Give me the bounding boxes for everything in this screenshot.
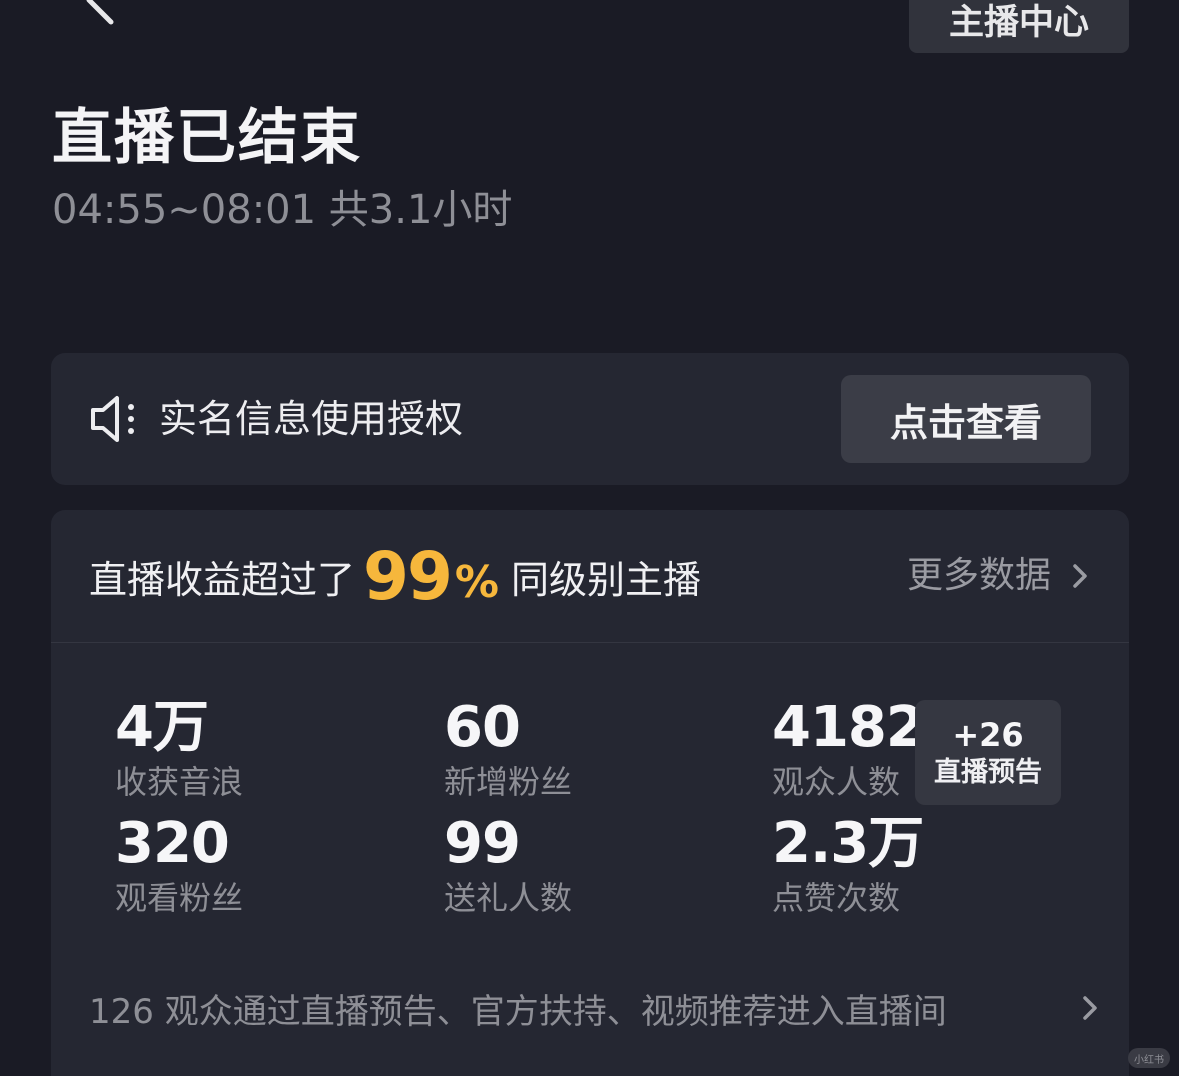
preview-label: 直播预告	[934, 756, 1042, 788]
stat-value: 320	[115, 811, 230, 876]
stat-value: 99	[444, 811, 521, 876]
watermark: 小红书	[1128, 1048, 1170, 1068]
stat-value: 4万	[115, 695, 209, 760]
speaker-icon	[91, 396, 134, 442]
viewer-source-text: 126 观众通过直播预告、官方扶持、视频推荐进入直播间	[89, 991, 947, 1032]
stat-new-fans: 60 新增粉丝	[444, 696, 572, 804]
stat-gift-senders: 99 送礼人数	[444, 812, 572, 920]
ranking-suffix: 同级别主播	[510, 557, 701, 602]
live-ended-page: 主播中心 直播已结束 04:55~08:01 共3.1小时 实名信息使用授权 点…	[0, 0, 1179, 1076]
stat-value: 2.3万	[772, 811, 924, 876]
ranking-unit: %	[454, 556, 499, 608]
viewer-source-row[interactable]: 126 观众通过直播预告、官方扶持、视频推荐进入直播间	[89, 980, 1097, 1036]
stat-label: 新增粉丝	[444, 763, 573, 801]
stat-value: 60	[444, 695, 521, 760]
ranking-value: 99	[363, 537, 453, 615]
live-stats-card: 直播收益超过了 99 % 同级别主播 更多数据 4万 收获音浪 60 新增粉丝 …	[51, 510, 1129, 1076]
chevron-right-icon	[1083, 996, 1097, 1020]
stat-label: 观看粉丝	[115, 879, 244, 917]
live-preview-badge[interactable]: +26 直播预告	[915, 700, 1061, 805]
stat-label: 观众人数	[772, 763, 901, 801]
stat-label: 点赞次数	[772, 879, 901, 917]
stat-label: 送礼人数	[444, 879, 573, 917]
stat-viewers: 4182 观众人数	[772, 695, 925, 804]
revenue-ranking: 直播收益超过了 99 % 同级别主播	[89, 536, 701, 616]
stat-likes: 2.3万 点赞次数	[772, 811, 924, 920]
more-data-label: 更多数据	[906, 555, 1051, 596]
preview-count: +26	[952, 715, 1024, 754]
stat-value: 4182	[772, 695, 925, 760]
live-time-range: 04:55~08:01 共3.1小时	[52, 187, 513, 233]
auth-notice-text: 实名信息使用授权	[159, 397, 464, 441]
page-title: 直播已结束	[52, 103, 362, 173]
stat-watching-fans: 320 观看粉丝	[115, 812, 243, 920]
anchor-center-button[interactable]: 主播中心	[909, 0, 1129, 53]
more-data-link[interactable]: 更多数据	[907, 550, 1091, 602]
auth-notice-card: 实名信息使用授权 点击查看	[51, 353, 1129, 485]
chevron-right-icon	[1073, 564, 1087, 588]
view-auth-button[interactable]: 点击查看	[841, 375, 1091, 463]
revenue-ranking-header: 直播收益超过了 99 % 同级别主播 更多数据	[51, 510, 1129, 643]
ranking-prefix: 直播收益超过了	[89, 557, 356, 602]
back-button[interactable]	[70, 0, 130, 30]
chevron-left-icon	[86, 0, 114, 25]
stat-sound-waves: 4万 收获音浪	[115, 696, 243, 804]
stat-label: 收获音浪	[115, 763, 244, 801]
